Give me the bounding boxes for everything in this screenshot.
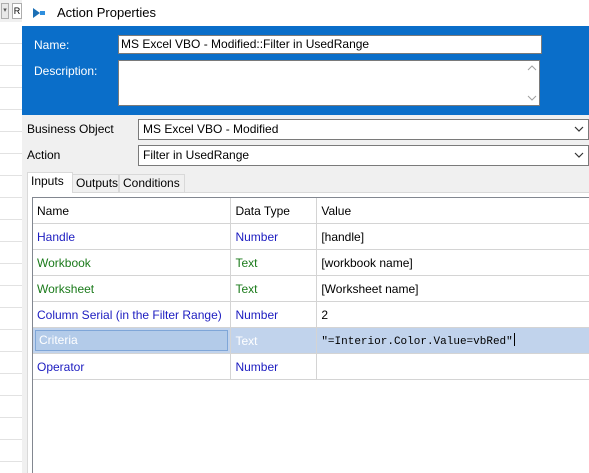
column-header-data-type[interactable]: Data Type [230,198,318,224]
name-label: Name: [34,38,70,52]
description-label: Description: [34,64,98,78]
column-header-name[interactable]: Name [33,198,232,224]
background-grid [0,22,22,473]
chevron-down-icon [574,152,584,158]
scroll-down-icon[interactable] [525,91,539,105]
parameters-grid: Name Data Type Value Handle Number [hand… [32,197,589,473]
tab-conditions[interactable]: Conditions [119,174,185,192]
param-value-editor[interactable]: "=Interior.Color.Value=vbRed" [316,327,589,354]
background-toolbar: ▾ R [0,0,22,22]
window-title: Action Properties [57,5,156,20]
param-name[interactable]: Handle [33,223,232,250]
scroll-up-icon[interactable] [525,61,539,75]
dropdown-button[interactable]: ▾ [1,3,9,19]
table-row[interactable]: Worksheet Text [Worksheet name] [33,275,589,302]
table-row[interactable]: Operator Number [33,353,589,380]
column-header-value[interactable]: Value [316,198,589,224]
param-type[interactable]: Number [230,223,318,250]
inputs-tab-panel: Name Data Type Value Handle Number [hand… [27,192,589,473]
business-object-label: Business Object [27,122,114,136]
name-field[interactable]: MS Excel VBO - Modified::Filter in UsedR… [118,35,542,54]
param-name[interactable]: Workbook [33,249,232,276]
action-value: Filter in UsedRange [143,148,250,162]
param-type[interactable]: Text [230,249,318,276]
chevron-down-icon [574,126,584,132]
tab-outputs[interactable]: Outputs [72,174,119,192]
param-type[interactable]: Text [230,327,318,354]
business-object-select[interactable]: MS Excel VBO - Modified [138,119,589,140]
background-app: ▾ R [0,0,23,473]
param-name[interactable]: Operator [33,353,232,380]
param-value[interactable]: [handle] [316,223,589,250]
param-name[interactable]: Worksheet [33,275,232,302]
table-row[interactable]: Handle Number [handle] [33,223,589,250]
business-object-value: MS Excel VBO - Modified [143,122,279,136]
param-type[interactable]: Number [230,353,318,380]
param-name-cell[interactable]: Criteria [33,327,232,354]
table-row[interactable]: Workbook Text [workbook name] [33,249,589,276]
tab-inputs[interactable]: Inputs [27,172,73,193]
description-field[interactable] [118,60,540,106]
r-button[interactable]: R [12,3,22,19]
table-row[interactable]: Column Serial (in the Filter Range) Numb… [33,301,589,328]
action-properties-dialog: Action Properties Name: MS Excel VBO - M… [22,0,589,473]
param-value[interactable]: "=Interior.Color.Value=vbRed" [321,336,512,348]
param-value[interactable]: 2 [316,301,589,328]
param-name[interactable]: Column Serial (in the Filter Range) [33,301,232,328]
action-select[interactable]: Filter in UsedRange [138,145,589,166]
param-type[interactable]: Number [230,301,318,328]
param-value[interactable]: [workbook name] [316,249,589,276]
header-panel: Name: MS Excel VBO - Modified::Filter in… [22,26,589,115]
screen: ▾ R Action Properties Name: MS Excel VBO… [0,0,589,473]
text-caret [513,333,515,346]
action-icon [33,8,45,18]
param-name[interactable]: Criteria [35,330,229,351]
param-type[interactable]: Text [230,275,318,302]
action-label: Action [27,148,61,162]
description-scrollbar[interactable] [525,61,539,105]
parameters-table: Name Data Type Value Handle Number [hand… [33,198,589,380]
param-value[interactable] [316,353,589,380]
param-value[interactable]: [Worksheet name] [316,275,589,302]
table-header-row: Name Data Type Value [33,198,589,224]
table-row-selected[interactable]: Criteria Text "=Interior.Color.Value=vbR… [33,327,589,354]
title-bar: Action Properties [22,0,589,26]
